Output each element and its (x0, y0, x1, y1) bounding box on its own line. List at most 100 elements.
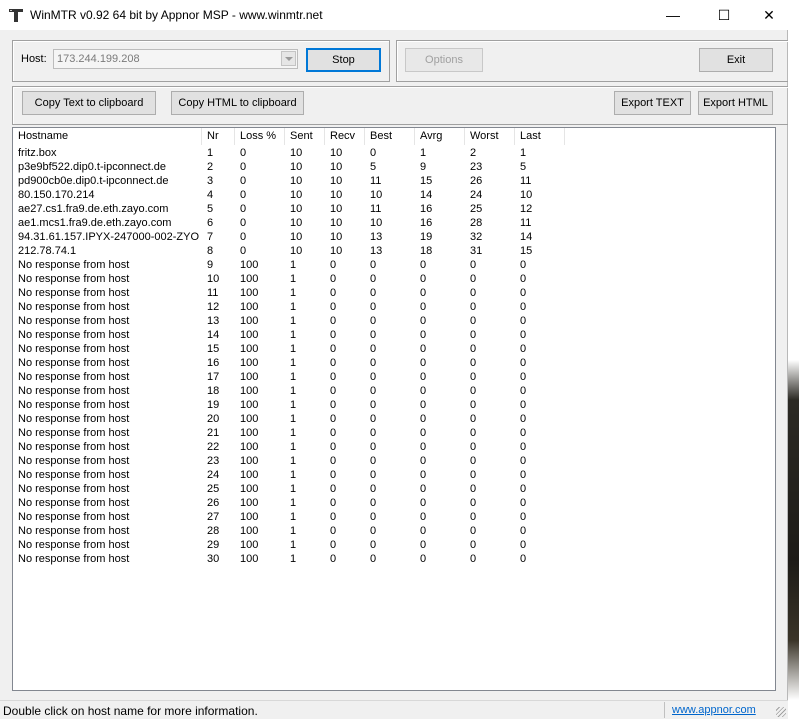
cell-recv: 10 (330, 161, 343, 173)
export-html-button[interactable]: Export HTML (698, 91, 773, 115)
column-header-sent[interactable]: Sent (285, 128, 325, 145)
export-text-button[interactable]: Export TEXT (614, 91, 691, 115)
table-row[interactable]: p3e9bf522.dip0.t-ipconnect.de 2 0 10 10 5 9 23 5 (13, 160, 775, 174)
copy-html-button[interactable]: Copy HTML to clipboard (171, 91, 304, 115)
cell-hostname[interactable]: No response from host (18, 496, 200, 510)
cell-hostname[interactable]: No response from host (18, 314, 200, 328)
table-row[interactable]: No response from host 15 100 1 0 0 0 0 0 (13, 342, 775, 356)
table-row[interactable]: No response from host 30 100 1 0 0 0 0 0 (13, 552, 775, 566)
column-header-hostname[interactable]: Hostname (13, 128, 202, 145)
cell-loss: 0 (240, 217, 247, 229)
resize-grip-icon[interactable] (776, 707, 786, 717)
cell-hostname[interactable]: No response from host (18, 258, 200, 272)
table-row[interactable]: 80.150.170.214 4 0 10 10 10 14 24 10 (13, 188, 775, 202)
options-button[interactable]: Options (405, 48, 483, 72)
table-row[interactable]: 212.78.74.1 8 0 10 10 13 18 31 15 (13, 244, 775, 258)
host-combobox[interactable]: 173.244.199.208 (53, 49, 298, 69)
table-row[interactable]: No response from host 28 100 1 0 0 0 0 0 (13, 524, 775, 538)
table-row[interactable]: No response from host 29 100 1 0 0 0 0 0 (13, 538, 775, 552)
cell-hostname[interactable]: No response from host (18, 510, 200, 524)
table-row[interactable]: No response from host 12 100 1 0 0 0 0 0 (13, 300, 775, 314)
minimize-button[interactable]: — (650, 0, 696, 30)
cell-hostname[interactable]: No response from host (18, 342, 200, 356)
column-header-avrg[interactable]: Avrg (415, 128, 465, 145)
close-button[interactable]: ✕ (746, 0, 792, 30)
cell-hostname[interactable]: No response from host (18, 356, 200, 370)
cell-hostname[interactable]: pd900cb0e.dip0.t-ipconnect.de (18, 174, 200, 188)
cell-hostname[interactable]: 94.31.61.157.IPYX-247000-002-ZYO... (18, 230, 200, 244)
cell-loss: 100 (240, 343, 259, 355)
table-row[interactable]: ae27.cs1.fra9.de.eth.zayo.com 5 0 10 10 11 16 2… (13, 202, 775, 216)
cell-hostname[interactable]: No response from host (18, 454, 200, 468)
cell-hostname[interactable]: 212.78.74.1 (18, 244, 200, 258)
table-row[interactable]: No response from host 20 100 1 0 0 0 0 0 (13, 412, 775, 426)
appnor-link[interactable]: www.appnor.com (672, 704, 756, 716)
cell-hostname[interactable]: No response from host (18, 398, 200, 412)
table-row[interactable]: No response from host 23 100 1 0 0 0 0 0 (13, 454, 775, 468)
table-row[interactable]: No response from host 13 100 1 0 0 0 0 0 (13, 314, 775, 328)
cell-worst: 0 (470, 385, 477, 397)
column-header-nr[interactable]: Nr (202, 128, 235, 145)
cell-sent: 1 (290, 553, 297, 565)
table-row[interactable]: No response from host 16 100 1 0 0 0 0 0 (13, 356, 775, 370)
cell-hostname[interactable]: No response from host (18, 468, 200, 482)
column-header-recv[interactable]: Recv (325, 128, 365, 145)
exit-button[interactable]: Exit (699, 48, 773, 72)
copy-text-button[interactable]: Copy Text to clipboard (22, 91, 156, 115)
column-header-best[interactable]: Best (365, 128, 415, 145)
cell-hostname[interactable]: No response from host (18, 426, 200, 440)
cell-hostname[interactable]: No response from host (18, 482, 200, 496)
cell-hostname[interactable]: No response from host (18, 328, 200, 342)
table-row[interactable]: fritz.box 1 0 10 10 0 1 2 1 (13, 146, 775, 160)
cell-worst: 0 (470, 455, 477, 467)
table-row[interactable]: 94.31.61.157.IPYX-247000-002-ZYO... 7 0 10 1… (13, 230, 775, 244)
cell-hostname[interactable]: No response from host (18, 384, 200, 398)
column-header-last[interactable]: Last (515, 128, 565, 145)
cell-last: 0 (520, 413, 527, 425)
table-row[interactable]: No response from host 18 100 1 0 0 0 0 0 (13, 384, 775, 398)
cell-hostname[interactable]: No response from host (18, 370, 200, 384)
cell-hostname[interactable]: No response from host (18, 412, 200, 426)
table-row[interactable]: No response from host 24 100 1 0 0 0 0 0 (13, 468, 775, 482)
table-row[interactable]: ae1.mcs1.fra9.de.eth.zayo.com 6 0 10 10 10 16 2… (13, 216, 775, 230)
cell-hostname[interactable]: ae27.cs1.fra9.de.eth.zayo.com (18, 202, 200, 216)
cell-avrg: 0 (420, 273, 427, 285)
cell-recv: 0 (330, 343, 337, 355)
title-bar[interactable]: WinMTR v0.92 64 bit by Appnor MSP - www.… (0, 0, 788, 30)
cell-hostname[interactable]: No response from host (18, 552, 200, 566)
table-row[interactable]: pd900cb0e.dip0.t-ipconnect.de 3 0 10 10 11 15 2… (13, 174, 775, 188)
column-header-worst[interactable]: Worst (465, 128, 515, 145)
table-row[interactable]: No response from host 26 100 1 0 0 0 0 0 (13, 496, 775, 510)
cell-hostname[interactable]: fritz.box (18, 146, 200, 160)
cell-nr: 10 (207, 273, 220, 285)
cell-last: 0 (520, 539, 527, 551)
cell-hostname[interactable]: No response from host (18, 440, 200, 454)
table-row[interactable]: No response from host 9 100 1 0 0 0 0 0 (13, 258, 775, 272)
cell-avrg: 0 (420, 455, 427, 467)
table-row[interactable]: No response from host 11 100 1 0 0 0 0 0 (13, 286, 775, 300)
stop-button[interactable]: Stop (306, 48, 381, 72)
table-row[interactable]: No response from host 22 100 1 0 0 0 0 0 (13, 440, 775, 454)
cell-loss: 0 (240, 161, 247, 173)
cell-hostname[interactable]: No response from host (18, 272, 200, 286)
cell-hostname[interactable]: No response from host (18, 286, 200, 300)
table-row[interactable]: No response from host 14 100 1 0 0 0 0 0 (13, 328, 775, 342)
cell-hostname[interactable]: No response from host (18, 538, 200, 552)
table-row[interactable]: No response from host 10 100 1 0 0 0 0 0 (13, 272, 775, 286)
cell-hostname[interactable]: No response from host (18, 300, 200, 314)
table-row[interactable]: No response from host 21 100 1 0 0 0 0 0 (13, 426, 775, 440)
cell-hostname[interactable]: p3e9bf522.dip0.t-ipconnect.de (18, 160, 200, 174)
cell-hostname[interactable]: 80.150.170.214 (18, 188, 200, 202)
cell-hostname[interactable]: No response from host (18, 524, 200, 538)
cell-hostname[interactable]: ae1.mcs1.fra9.de.eth.zayo.com (18, 216, 200, 230)
table-row[interactable]: No response from host 19 100 1 0 0 0 0 0 (13, 398, 775, 412)
table-row[interactable]: No response from host 27 100 1 0 0 0 0 0 (13, 510, 775, 524)
cell-worst: 0 (470, 539, 477, 551)
table-row[interactable]: No response from host 17 100 1 0 0 0 0 0 (13, 370, 775, 384)
maximize-button[interactable]: ☐ (701, 0, 747, 30)
table-row[interactable]: No response from host 25 100 1 0 0 0 0 0 (13, 482, 775, 496)
hops-table[interactable]: Hostname Nr Loss % Sent Recv Best Avrg W… (12, 127, 776, 691)
column-header-loss[interactable]: Loss % (235, 128, 285, 145)
chevron-down-icon[interactable] (281, 51, 296, 66)
cell-sent: 10 (290, 231, 303, 243)
